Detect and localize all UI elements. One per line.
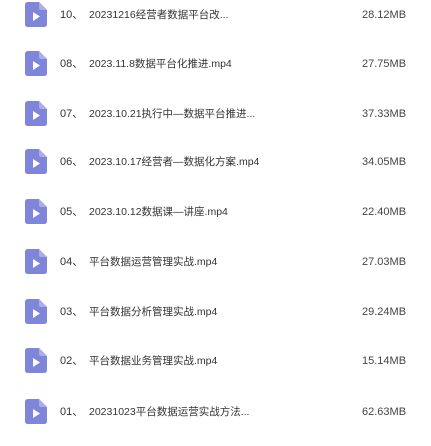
file-size: 22.40MB xyxy=(362,206,407,218)
video-file-icon xyxy=(25,2,47,27)
file-name[interactable]: 平台数据运营管理实战.mp4 xyxy=(89,247,309,277)
video-file-icon xyxy=(25,149,47,174)
video-file-icon xyxy=(25,249,47,274)
file-name[interactable]: 平台数据业务管理实战.mp4 xyxy=(89,346,309,376)
file-row-01[interactable]: 01、 20231023平台数据运营实战方法... 62.63MB xyxy=(0,397,431,427)
file-name[interactable]: 2023.10.21执行中—数据平台推进... xyxy=(89,99,309,129)
video-file-icon xyxy=(25,101,47,126)
file-index: 03、 xyxy=(60,306,84,318)
file-row-06[interactable]: 06、 2023.10.17经营者—数据化方案.mp4 34.05MB xyxy=(0,147,431,177)
video-file-icon xyxy=(25,348,47,373)
video-file-icon xyxy=(25,199,47,224)
video-file-icon xyxy=(25,299,47,324)
file-row-10[interactable]: 10、 20231216经营者数据平台改... 28.12MB xyxy=(0,0,431,30)
file-index: 05、 xyxy=(60,206,84,218)
file-index: 08、 xyxy=(60,58,84,70)
file-size: 62.63MB xyxy=(362,406,407,418)
file-name[interactable]: 2023.10.12数据课—讲座.mp4 xyxy=(89,197,309,227)
file-row-08[interactable]: 08、 2023.11.8数据平台化推进.mp4 27.75MB xyxy=(0,49,431,79)
file-row-07[interactable]: 07、 2023.10.21执行中—数据平台推进... 37.33MB xyxy=(0,99,431,129)
file-size: 37.33MB xyxy=(362,108,407,120)
file-index: 04、 xyxy=(60,256,84,268)
video-file-icon xyxy=(25,51,47,76)
file-index: 07、 xyxy=(60,108,84,120)
file-size: 27.75MB xyxy=(362,58,407,70)
file-row-05[interactable]: 05、 2023.10.12数据课—讲座.mp4 22.40MB xyxy=(0,197,431,227)
file-size: 15.14MB xyxy=(362,355,407,367)
file-size: 29.24MB xyxy=(362,306,407,318)
file-name[interactable]: 2023.10.17经营者—数据化方案.mp4 xyxy=(89,147,309,177)
file-size: 28.12MB xyxy=(362,9,407,21)
file-name[interactable]: 平台数据分析管理实战.mp4 xyxy=(89,297,309,327)
file-size: 27.03MB xyxy=(362,256,407,268)
video-file-icon xyxy=(25,399,47,424)
file-index: 10、 xyxy=(60,9,84,21)
file-name[interactable]: 20231023平台数据运营实战方法... xyxy=(89,397,309,427)
file-index: 01、 xyxy=(60,406,84,418)
file-name[interactable]: 20231216经营者数据平台改... xyxy=(89,0,309,30)
file-row-04[interactable]: 04、 平台数据运营管理实战.mp4 27.03MB xyxy=(0,247,431,277)
file-list: 10、 20231216经营者数据平台改... 28.12MB 08、 2023… xyxy=(0,0,431,446)
file-row-03[interactable]: 03、 平台数据分析管理实战.mp4 29.24MB xyxy=(0,297,431,327)
file-index: 02、 xyxy=(60,355,84,367)
file-name[interactable]: 2023.11.8数据平台化推进.mp4 xyxy=(89,49,309,79)
file-size: 34.05MB xyxy=(362,156,407,168)
file-index: 06、 xyxy=(60,156,84,168)
file-row-02[interactable]: 02、 平台数据业务管理实战.mp4 15.14MB xyxy=(0,346,431,376)
